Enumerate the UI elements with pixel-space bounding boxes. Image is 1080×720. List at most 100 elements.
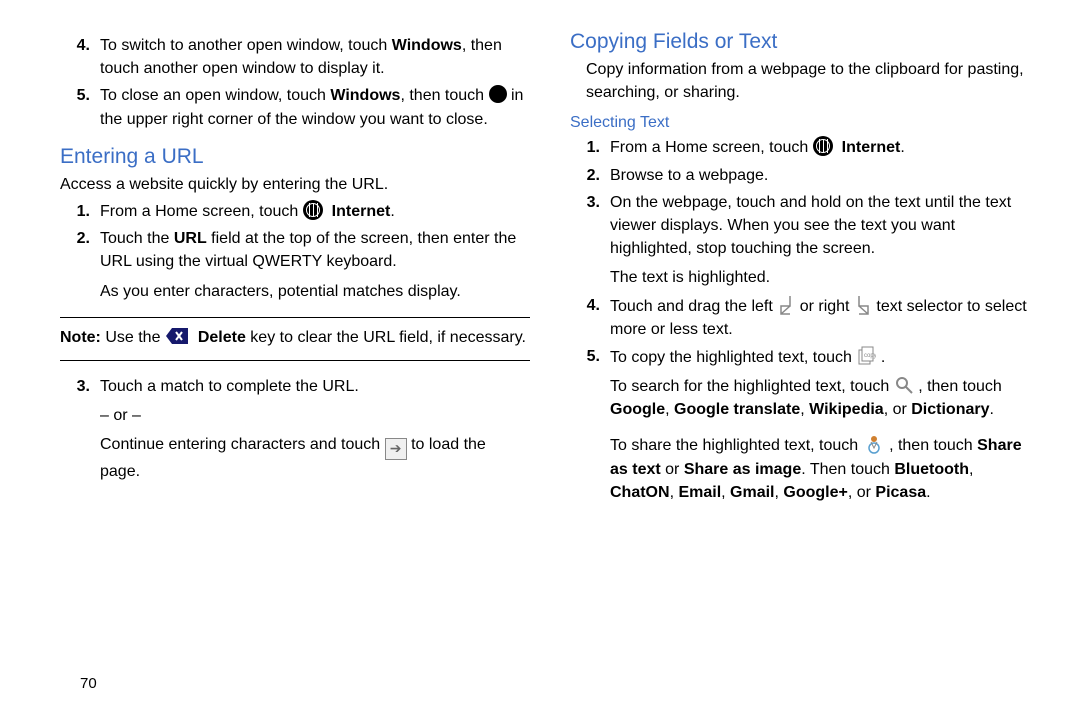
list-item: 2. Touch the URL field at the top of the… [60, 227, 530, 303]
text: . [390, 203, 394, 220]
note-label: Note: [60, 329, 101, 346]
text: Touch the [100, 230, 174, 247]
continued-steps-list: 4. To switch to another open window, tou… [60, 34, 530, 131]
intro-text: Access a website quickly by entering the… [60, 173, 530, 196]
text: To search for the highlighted text, touc… [610, 378, 894, 395]
bold-text: Google translate [674, 401, 800, 418]
text: Continue entering characters and touch [100, 436, 385, 453]
bold-text: Email [678, 484, 721, 501]
bold-text: Share as image [684, 461, 801, 478]
bold-text: Internet [332, 203, 391, 220]
globe-icon [813, 136, 833, 156]
list-item: 4. To switch to another open window, tou… [60, 34, 530, 80]
bold-text: Internet [842, 139, 901, 156]
text: , or [884, 401, 912, 418]
text: From a Home screen, touch [100, 203, 303, 220]
bold-text: Wikipedia [809, 401, 884, 418]
list-item: 1. From a Home screen, touch Internet. [570, 136, 1040, 159]
delete-key-icon [165, 327, 189, 352]
text: . [990, 401, 994, 418]
text: Touch and drag the left [610, 298, 777, 315]
step-number: 3. [60, 375, 100, 484]
sub-heading-selecting-text: Selecting Text [570, 114, 1040, 132]
text: , then touch [889, 437, 977, 454]
text: . [926, 484, 930, 501]
step-body: From a Home screen, touch Internet. [610, 136, 1040, 159]
magnify-icon [894, 375, 914, 395]
text: , or [848, 484, 876, 501]
bold-text: URL [174, 230, 207, 247]
selecting-steps-list: 1. From a Home screen, touch Internet. 2… [570, 136, 1040, 504]
bold-text: Google+ [783, 484, 847, 501]
text: Use the [101, 329, 165, 346]
step-subtext: To search for the highlighted text, touc… [610, 375, 1040, 421]
globe-icon [303, 200, 323, 220]
right-column: Copying Fields or Text Copy information … [570, 30, 1040, 508]
list-item: 2. Browse to a webpage. [570, 164, 1040, 187]
step-subtext: Continue entering characters and touch ➔… [100, 433, 530, 483]
text: or right [800, 298, 854, 315]
bold-text: Google [610, 401, 665, 418]
step-number: 4. [60, 34, 100, 80]
text: . [900, 139, 904, 156]
copy-icon: copy [856, 345, 876, 367]
step-number: 5. [60, 84, 100, 130]
list-item: 4. Touch and drag the left or right text… [570, 294, 1040, 341]
bold-text: ChatON [610, 484, 670, 501]
list-item: 3. On the webpage, touch and hold on the… [570, 191, 1040, 290]
text: To copy the highlighted text, touch [610, 349, 856, 366]
text-selector-right-icon [854, 294, 872, 316]
go-arrow-icon: ➔ [385, 438, 407, 460]
step-number: 2. [60, 227, 100, 303]
text: To switch to another open window, touch [100, 37, 392, 54]
step-number: 2. [570, 164, 610, 187]
svg-text:copy: copy [864, 353, 876, 359]
text: To close an open window, touch [100, 87, 330, 104]
step-body: Touch the URL field at the top of the sc… [100, 227, 530, 303]
text-selector-left-icon [777, 294, 795, 316]
step-body: To copy the highlighted text, touch copy… [610, 345, 1040, 504]
manual-page: 4. To switch to another open window, tou… [0, 0, 1080, 528]
bold-text: Delete [198, 329, 246, 346]
section-heading-entering-url: Entering a URL [60, 145, 530, 169]
text: , [721, 484, 730, 501]
text: . [881, 349, 885, 366]
list-item: 1. From a Home screen, touch Internet. [60, 200, 530, 223]
step-body: Touch and drag the left or right text se… [610, 294, 1040, 341]
list-item: 5. To copy the highlighted text, touch c… [570, 345, 1040, 504]
text: From a Home screen, touch [610, 139, 813, 156]
text: , then touch [400, 87, 488, 104]
text: , [665, 401, 674, 418]
step-body: Touch a match to complete the URL. – or … [100, 375, 530, 484]
note-box: Note: Use the Delete key to clear the UR… [60, 317, 530, 361]
page-number: 70 [80, 675, 97, 692]
step-subtext: As you enter characters, potential match… [100, 280, 530, 303]
step-number: 1. [60, 200, 100, 223]
step-subtext: To share the highlighted text, touch , t… [610, 433, 1040, 504]
text: , [800, 401, 809, 418]
text: or [661, 461, 684, 478]
bold-text: Bluetooth [894, 461, 969, 478]
text: , [969, 461, 973, 478]
bold-text: Dictionary [911, 401, 989, 418]
list-item: 3. Touch a match to complete the URL. – … [60, 375, 530, 484]
text: . Then touch [801, 461, 894, 478]
step-body: To switch to another open window, touch … [100, 34, 530, 80]
text: On the webpage, touch and hold on the te… [610, 194, 1011, 257]
step-body: To close an open window, touch Windows, … [100, 84, 530, 130]
text: To share the highlighted text, touch [610, 437, 863, 454]
bold-text: Windows [330, 87, 400, 104]
bold-text: Windows [392, 37, 462, 54]
text: Touch a match to complete the URL. [100, 378, 359, 395]
bold-text: Gmail [730, 484, 774, 501]
step-number: 5. [570, 345, 610, 504]
step-body: Browse to a webpage. [610, 164, 1040, 187]
text: , then touch [918, 378, 1002, 395]
share-icon [863, 433, 885, 455]
close-circle-icon [489, 85, 507, 103]
step-body: On the webpage, touch and hold on the te… [610, 191, 1040, 290]
step-number: 1. [570, 136, 610, 159]
url-steps-list: 1. From a Home screen, touch Internet. 2… [60, 200, 530, 303]
step-subtext: The text is highlighted. [610, 266, 1040, 289]
left-column: 4. To switch to another open window, tou… [60, 30, 530, 508]
